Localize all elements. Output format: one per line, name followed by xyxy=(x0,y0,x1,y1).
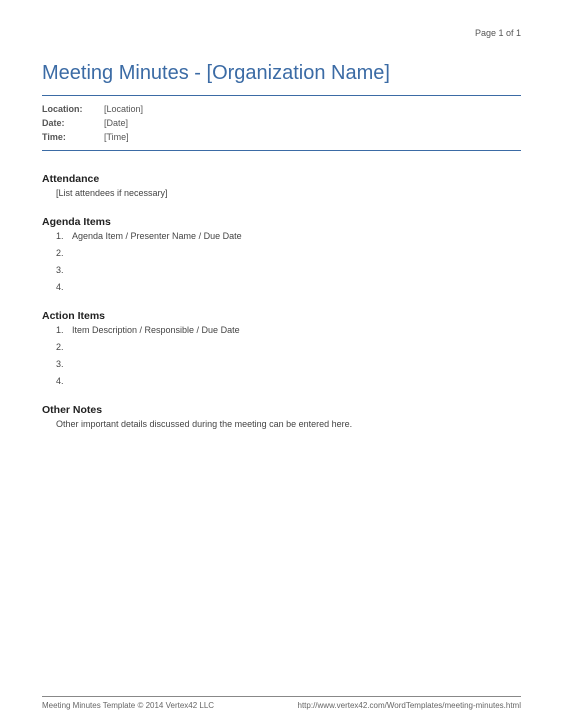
section-agenda: Agenda Items 1. Agenda Item / Presenter … xyxy=(42,216,521,292)
agenda-list: 1. Agenda Item / Presenter Name / Due Da… xyxy=(56,231,521,292)
list-item: 3. xyxy=(56,359,521,369)
item-content xyxy=(72,282,521,292)
item-number: 4. xyxy=(56,376,72,386)
meta-row-date: Date: [Date] xyxy=(42,116,521,130)
date-value: [Date] xyxy=(104,118,521,128)
section-action: Action Items 1. Item Description / Respo… xyxy=(42,310,521,386)
item-number: 2. xyxy=(56,248,72,258)
attendance-text: [List attendees if necessary] xyxy=(56,188,521,198)
location-label: Location: xyxy=(42,104,104,114)
item-content xyxy=(72,248,521,258)
list-item: 1. Agenda Item / Presenter Name / Due Da… xyxy=(56,231,521,241)
item-number: 3. xyxy=(56,265,72,275)
action-list: 1. Item Description / Responsible / Due … xyxy=(56,325,521,386)
item-content xyxy=(72,376,521,386)
list-item: 4. xyxy=(56,282,521,292)
item-number: 3. xyxy=(56,359,72,369)
agenda-heading: Agenda Items xyxy=(42,216,521,228)
meta-row-time: Time: [Time] xyxy=(42,130,521,144)
item-content xyxy=(72,359,521,369)
item-number: 1. xyxy=(56,231,72,241)
section-other: Other Notes Other important details disc… xyxy=(42,404,521,429)
item-content xyxy=(72,342,521,352)
other-text: Other important details discussed during… xyxy=(56,419,521,429)
item-content xyxy=(72,265,521,275)
section-attendance: Attendance [List attendees if necessary] xyxy=(42,173,521,198)
page-number: Page 1 of 1 xyxy=(475,28,521,38)
footer-left: Meeting Minutes Template © 2014 Vertex42… xyxy=(42,701,214,710)
location-value: [Location] xyxy=(104,104,521,114)
footer-right: http://www.vertex42.com/WordTemplates/me… xyxy=(298,701,522,710)
item-content: Agenda Item / Presenter Name / Due Date xyxy=(72,231,521,241)
document-title: Meeting Minutes - [Organization Name] xyxy=(42,62,521,85)
attendance-heading: Attendance xyxy=(42,173,521,185)
item-content: Item Description / Responsible / Due Dat… xyxy=(72,325,521,335)
meta-block: Location: [Location] Date: [Date] Time: … xyxy=(42,95,521,151)
action-heading: Action Items xyxy=(42,310,521,322)
meta-row-location: Location: [Location] xyxy=(42,102,521,116)
list-item: 1. Item Description / Responsible / Due … xyxy=(56,325,521,335)
date-label: Date: xyxy=(42,118,104,128)
time-label: Time: xyxy=(42,132,104,142)
item-number: 4. xyxy=(56,282,72,292)
item-number: 2. xyxy=(56,342,72,352)
footer: Meeting Minutes Template © 2014 Vertex42… xyxy=(42,696,521,710)
list-item: 3. xyxy=(56,265,521,275)
other-heading: Other Notes xyxy=(42,404,521,416)
page: Page 1 of 1 Meeting Minutes - [Organizat… xyxy=(0,0,563,728)
item-number: 1. xyxy=(56,325,72,335)
list-item: 4. xyxy=(56,376,521,386)
list-item: 2. xyxy=(56,248,521,258)
time-value: [Time] xyxy=(104,132,521,142)
list-item: 2. xyxy=(56,342,521,352)
